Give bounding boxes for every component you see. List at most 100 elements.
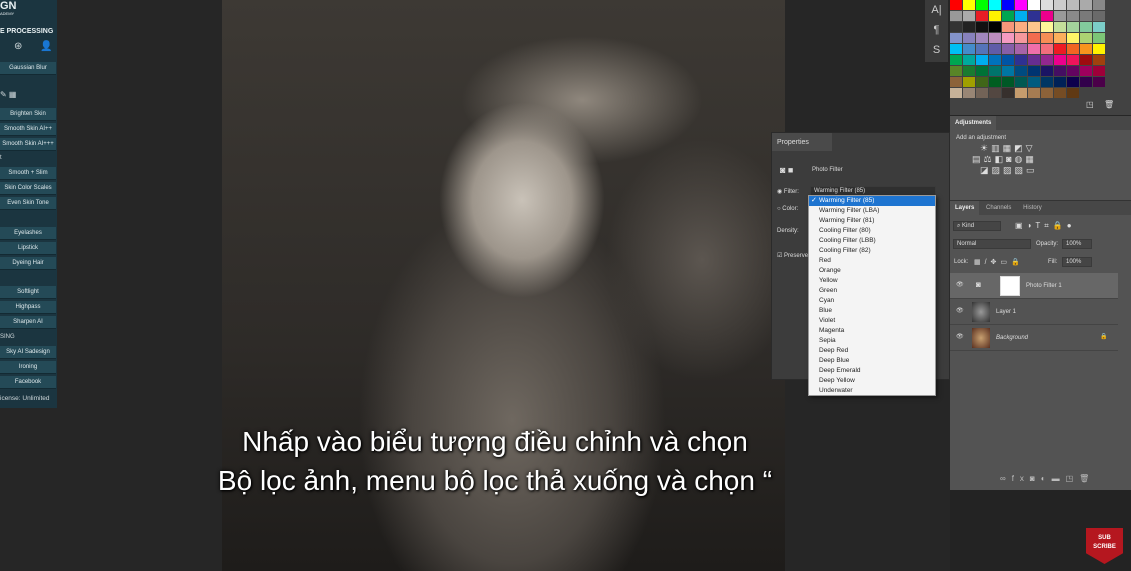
tab-layers[interactable]: Layers xyxy=(950,201,980,215)
color-swatch[interactable] xyxy=(1080,33,1092,43)
color-swatch[interactable] xyxy=(976,44,988,54)
trash-icon[interactable]: 🗑 xyxy=(1104,100,1114,109)
tab-history[interactable]: History xyxy=(1018,201,1047,215)
color-swatch[interactable] xyxy=(963,88,975,98)
color-swatch[interactable] xyxy=(1054,0,1066,10)
dropdown-option[interactable]: Deep Blue xyxy=(809,356,935,366)
gaussian-blur-button[interactable]: Gaussian Blur xyxy=(0,62,56,75)
color-swatch[interactable] xyxy=(1093,77,1105,87)
dropdown-option[interactable]: Cooling Filter (80) xyxy=(809,226,935,236)
layer-bottom-icons[interactable]: ∞fx◙◐▬◳🗑 xyxy=(1000,474,1095,483)
color-swatch[interactable] xyxy=(1002,55,1014,65)
dropdown-option[interactable]: Warming Filter (LBA) xyxy=(809,206,935,216)
dropdown-option[interactable]: Red xyxy=(809,256,935,266)
even-skin-tone-button[interactable]: Even Skin Tone xyxy=(0,197,56,210)
color-swatch[interactable] xyxy=(1080,44,1092,54)
dropdown-option[interactable]: Yellow xyxy=(809,276,935,286)
paragraph-icon[interactable]: ¶ xyxy=(925,20,948,40)
opacity-input[interactable]: 100% xyxy=(1062,239,1092,249)
dropdown-option[interactable]: Cooling Filter (LBB) xyxy=(809,236,935,246)
layer-row-layer1[interactable]: 👁 Layer 1 xyxy=(950,299,1118,325)
adjustment-icons-row3[interactable]: ◪▨▨▧▭ xyxy=(950,165,1131,176)
color-swatch[interactable] xyxy=(950,88,962,98)
color-swatch[interactable] xyxy=(1067,0,1079,10)
color-swatch[interactable] xyxy=(1054,55,1066,65)
color-swatch[interactable] xyxy=(1067,55,1079,65)
color-swatch[interactable] xyxy=(1054,33,1066,43)
color-swatch[interactable] xyxy=(1041,11,1053,21)
color-swatch[interactable] xyxy=(1028,22,1040,32)
color-swatch[interactable] xyxy=(989,44,1001,54)
color-swatch[interactable] xyxy=(1054,11,1066,21)
character-icon[interactable]: A| xyxy=(925,0,948,20)
tab-channels[interactable]: Channels xyxy=(981,201,1016,215)
color-swatch[interactable] xyxy=(963,22,975,32)
color-swatch[interactable] xyxy=(1015,77,1027,87)
color-swatch[interactable] xyxy=(1041,88,1053,98)
color-swatch[interactable] xyxy=(1080,66,1092,76)
color-swatch[interactable] xyxy=(1028,55,1040,65)
color-swatch[interactable] xyxy=(1067,22,1079,32)
color-swatch[interactable] xyxy=(1028,11,1040,21)
color-swatch[interactable] xyxy=(989,55,1001,65)
layer-row-background[interactable]: 👁 Background 🔒 xyxy=(950,325,1118,351)
color-swatch[interactable] xyxy=(1041,33,1053,43)
color-swatch[interactable] xyxy=(950,11,962,21)
color-swatch[interactable] xyxy=(989,88,1001,98)
filter-icon[interactable]: ⊛ xyxy=(14,41,22,52)
ironing-button[interactable]: Ironing xyxy=(0,361,56,374)
color-swatch[interactable] xyxy=(1080,0,1092,10)
color-swatch[interactable] xyxy=(1002,0,1014,10)
color-swatch[interactable] xyxy=(1028,66,1040,76)
color-swatch[interactable] xyxy=(1002,22,1014,32)
dropdown-option[interactable]: Underwater xyxy=(809,386,935,396)
eye-icon[interactable]: 👁 xyxy=(956,281,964,288)
color-swatch[interactable] xyxy=(950,66,962,76)
sharpen-ai-button[interactable]: Sharpen AI xyxy=(0,316,56,329)
blend-mode-select[interactable]: Normal xyxy=(953,239,1031,249)
color-swatch[interactable] xyxy=(1002,33,1014,43)
color-swatch[interactable] xyxy=(1067,44,1079,54)
layer-filter-icons[interactable]: ▣◑T⌗🔒● xyxy=(1015,221,1076,231)
color-swatch[interactable] xyxy=(1041,0,1053,10)
color-swatch[interactable] xyxy=(1041,22,1053,32)
color-swatch[interactable] xyxy=(1080,22,1092,32)
color-swatch[interactable] xyxy=(1041,55,1053,65)
color-swatch[interactable] xyxy=(1054,22,1066,32)
color-swatch[interactable] xyxy=(1015,88,1027,98)
color-swatch[interactable] xyxy=(963,55,975,65)
color-swatch[interactable] xyxy=(963,44,975,54)
color-swatch[interactable] xyxy=(1028,77,1040,87)
color-swatch[interactable] xyxy=(976,55,988,65)
new-swatch-icon[interactable]: ◳ xyxy=(1086,100,1094,109)
dropdown-option[interactable]: Cooling Filter (82) xyxy=(809,246,935,256)
color-swatch[interactable] xyxy=(1028,88,1040,98)
color-swatch[interactable] xyxy=(1002,44,1014,54)
dropdown-option[interactable]: Green xyxy=(809,286,935,296)
kind-filter-select[interactable]: ⌕ Kind xyxy=(953,221,1001,231)
color-swatch[interactable] xyxy=(1002,77,1014,87)
dropdown-option[interactable]: Deep Red xyxy=(809,346,935,356)
color-swatch[interactable] xyxy=(963,0,975,10)
tab-adjustments[interactable]: Adjustments xyxy=(950,116,997,130)
color-swatch[interactable] xyxy=(1093,33,1105,43)
color-swatch[interactable] xyxy=(976,11,988,21)
color-swatch[interactable] xyxy=(1093,55,1105,65)
color-swatch[interactable] xyxy=(1067,11,1079,21)
color-swatch[interactable] xyxy=(963,33,975,43)
dropdown-option[interactable]: Cyan xyxy=(809,296,935,306)
softlight-button[interactable]: Softlight xyxy=(0,286,56,299)
dropdown-option[interactable]: Deep Emerald xyxy=(809,366,935,376)
facebook-button[interactable]: Facebook xyxy=(0,376,56,389)
highpass-button[interactable]: Highpass xyxy=(0,301,56,314)
lipstick-button[interactable]: Lipstick xyxy=(0,242,56,255)
color-swatch[interactable] xyxy=(1041,66,1053,76)
smooth-slim-button[interactable]: Smooth + Slim xyxy=(0,167,56,180)
filter-radio[interactable]: ◉ Filter: xyxy=(777,188,799,195)
smooth-skin-ai-plus3-button[interactable]: Smooth Skin AI+++ xyxy=(0,138,56,151)
color-swatch[interactable] xyxy=(950,0,962,10)
color-swatch[interactable] xyxy=(976,0,988,10)
brighten-skin-button[interactable]: Brighten Skin xyxy=(0,108,56,121)
color-swatch[interactable] xyxy=(1041,44,1053,54)
color-swatch[interactable] xyxy=(1015,44,1027,54)
